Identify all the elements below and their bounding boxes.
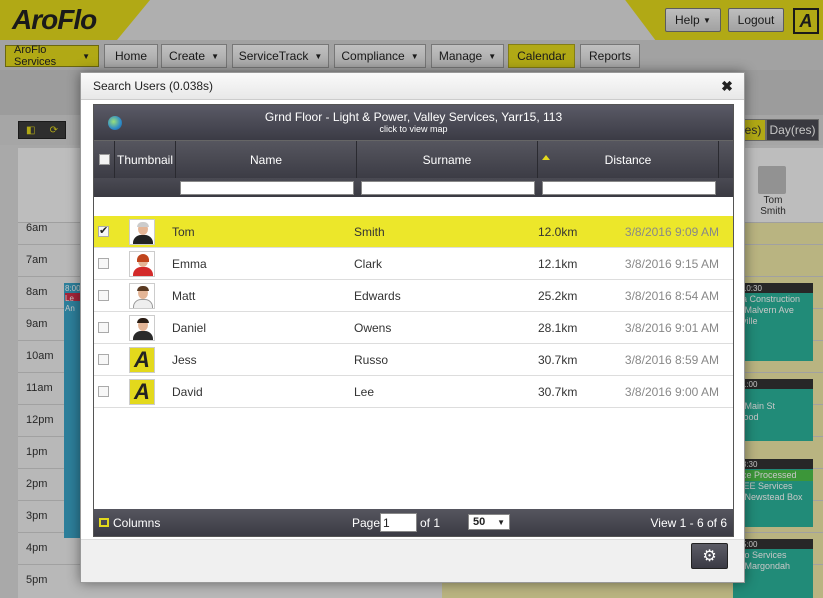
settings-button[interactable]: ⚙ <box>691 543 728 569</box>
cell-timestamp: 3/8/2016 9:15 AM <box>624 257 719 271</box>
cell-distance: 30.7km <box>538 353 578 367</box>
table-row[interactable]: A David Lee 30.7km 3/8/2016 9:00 AM <box>94 376 733 408</box>
user-thumbnail <box>129 219 155 245</box>
rows-per-page-select[interactable]: 50 ▼ <box>468 514 510 530</box>
row-checkbox[interactable]: ✔ <box>98 226 109 237</box>
row-checkbox[interactable] <box>98 386 109 397</box>
gear-icon: ⚙ <box>702 548 717 565</box>
page-number-input[interactable] <box>380 513 417 532</box>
cell-surname: Clark <box>354 257 383 271</box>
cell-distance: 12.0km <box>538 225 578 239</box>
cell-surname: Edwards <box>354 289 401 303</box>
records-summary: View 1 - 6 of 6 <box>650 516 728 530</box>
table-row[interactable]: ✔ Tom Smith 12.0km 3/8/2016 9:09 AM <box>94 216 733 248</box>
cell-timestamp: 3/8/2016 8:59 AM <box>624 353 719 367</box>
close-icon[interactable]: ✖ <box>719 78 735 94</box>
users-grid: Grnd Floor - Light & Power, Valley Servi… <box>93 104 734 537</box>
grid-caption[interactable]: Grnd Floor - Light & Power, Valley Servi… <box>94 105 733 140</box>
user-thumbnail <box>129 315 155 341</box>
cell-surname: Russo <box>354 353 389 367</box>
select-all-checkbox[interactable] <box>99 154 110 165</box>
cell-name: Matt <box>172 289 196 303</box>
cell-surname: Owens <box>354 321 392 335</box>
cell-distance: 12.1km <box>538 257 578 271</box>
grid-header: Thumbnail Name Surname Distance <box>94 140 733 179</box>
row-checkbox[interactable] <box>98 258 109 269</box>
cell-name: Emma <box>172 257 207 271</box>
columns-icon[interactable] <box>99 518 109 527</box>
cell-timestamp: 3/8/2016 9:01 AM <box>624 321 719 335</box>
photo-part <box>133 331 153 340</box>
sort-ascending-icon <box>542 155 550 160</box>
photo-part <box>137 286 149 291</box>
header-select-all[interactable] <box>94 141 115 179</box>
cell-timestamp: 3/8/2016 9:00 AM <box>624 385 719 399</box>
cell-name: Jess <box>172 353 197 367</box>
table-row[interactable]: Matt Edwards 25.2km 3/8/2016 8:54 AM <box>94 280 733 312</box>
distance-filter-input[interactable] <box>542 181 716 195</box>
table-row[interactable]: A Jess Russo 30.7km 3/8/2016 8:59 AM <box>94 344 733 376</box>
table-row[interactable]: Emma Clark 12.1km 3/8/2016 9:15 AM <box>94 248 733 280</box>
photo-part <box>133 299 153 308</box>
cell-name: Tom <box>172 225 195 239</box>
header-name[interactable]: Name <box>176 141 357 179</box>
cell-timestamp: 3/8/2016 9:09 AM <box>624 225 719 239</box>
photo-part <box>133 235 153 244</box>
header-surname[interactable]: Surname <box>357 141 538 179</box>
dialog-footer: ⚙ <box>81 539 744 582</box>
rows-per-page-value: 50 <box>473 516 486 528</box>
page-count: of 1 <box>420 516 441 530</box>
cell-name: David <box>172 385 203 399</box>
filter-row <box>94 178 733 197</box>
photo-emma <box>130 252 154 276</box>
photo-part <box>133 267 153 276</box>
location-title: Grnd Floor - Light & Power, Valley Servi… <box>264 110 563 124</box>
user-thumbnail <box>129 251 155 277</box>
page-label: Page <box>352 516 381 530</box>
header-distance[interactable]: Distance <box>538 141 719 179</box>
view-map-link[interactable]: click to view map <box>94 124 733 134</box>
surname-filter-input[interactable] <box>361 181 535 195</box>
row-checkbox[interactable] <box>98 354 109 365</box>
name-filter-input[interactable] <box>180 181 354 195</box>
grid-pager: Columns Page of 1 50 ▼ View 1 - 6 of 6 <box>94 509 733 536</box>
cell-timestamp: 3/8/2016 8:54 AM <box>624 289 719 303</box>
aroflo-logo-icon: A <box>129 347 155 373</box>
row-checkbox[interactable] <box>98 322 109 333</box>
header-thumbnail[interactable]: Thumbnail <box>115 141 176 179</box>
photo-daniel <box>130 316 154 340</box>
cell-distance: 25.2km <box>538 289 578 303</box>
cell-distance: 30.7km <box>538 385 578 399</box>
user-thumbnail <box>129 283 155 309</box>
table-row[interactable]: Daniel Owens 28.1km 3/8/2016 9:01 AM <box>94 312 733 344</box>
photo-tom <box>130 220 154 244</box>
photo-part <box>137 318 149 323</box>
photo-part <box>137 222 149 227</box>
cell-distance: 28.1km <box>538 321 578 335</box>
photo-matt <box>130 284 154 308</box>
search-users-dialog: Search Users (0.038s) ✖ Grnd Floor - Lig… <box>80 72 745 583</box>
cell-surname: Lee <box>354 385 375 399</box>
cell-name: Daniel <box>172 321 207 335</box>
dialog-title: Search Users (0.038s) <box>81 73 744 100</box>
row-checkbox[interactable] <box>98 290 109 301</box>
columns-button[interactable]: Columns <box>113 516 160 530</box>
photo-part <box>137 254 149 262</box>
aroflo-logo-icon: A <box>129 379 155 405</box>
chevron-down-icon: ▼ <box>497 517 505 527</box>
cell-surname: Smith <box>354 225 385 239</box>
